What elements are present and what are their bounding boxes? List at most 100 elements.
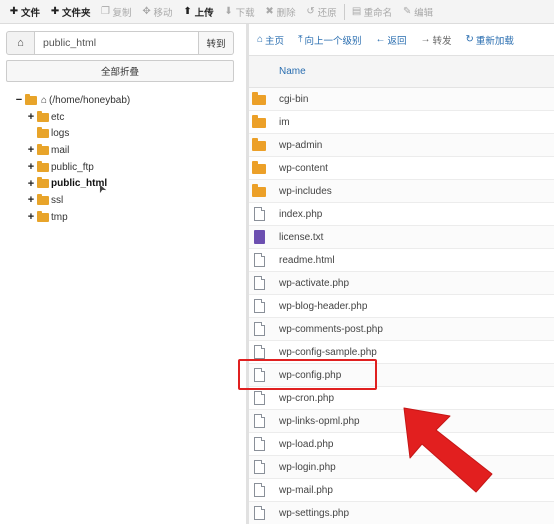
file-name: license.txt [279, 231, 324, 243]
tree-item-public-html[interactable]: + public_html ➤ [26, 175, 130, 195]
toolbar-button-label: 下载 [235, 7, 255, 19]
code-file-icon-shape [253, 483, 265, 497]
expand-icon[interactable]: + [26, 195, 36, 206]
navigation-bar: ⌂ 主页 ⤒ 向上一个级别 ← 返回 → 转发 ↻ 重新加载 [249, 24, 554, 56]
file-list-header: Name [249, 56, 554, 88]
file-name: wp-content [279, 162, 328, 174]
file-row[interactable]: wp-activate.php [249, 272, 554, 295]
nav-label: 返回 [387, 35, 407, 47]
back-icon: ← [375, 34, 386, 45]
file-row[interactable]: wp-mail.php [249, 479, 554, 502]
toolbar-plus-button[interactable]: ✚ 文件 [4, 0, 45, 23]
toolbar-edit-button[interactable]: ✎ 编辑 [397, 0, 438, 23]
tree-item-tmp[interactable]: + tmp [26, 209, 130, 226]
toolbar-button-label: 文件夹 [62, 7, 91, 19]
toolbar-plus-button[interactable]: ✚ 文件夹 [45, 0, 96, 23]
tree-item-label: etc [51, 111, 65, 123]
copy-icon: ❐ [101, 6, 111, 17]
file-row[interactable]: wp-login.php [249, 456, 554, 479]
tree-item-root[interactable]: − ⌂ (/home/honeybab) [14, 92, 130, 109]
nav-back-button[interactable]: ← 返回 [376, 33, 407, 47]
file-row[interactable]: im [249, 111, 554, 134]
toolbar-copy-button[interactable]: ❐ 复制 [96, 0, 137, 23]
tree-item-etc[interactable]: + etc [26, 109, 130, 126]
folder-icon [37, 160, 49, 172]
file-name: readme.html [279, 254, 335, 266]
file-name: cgi-bin [279, 93, 309, 105]
folder-icon [252, 92, 266, 106]
code-file-icon [252, 391, 266, 405]
nav-label: 重新加载 [475, 35, 514, 47]
expand-icon[interactable]: + [26, 178, 36, 189]
folder-icon-shape [252, 115, 266, 128]
home-directory-button[interactable]: ⌂ [6, 31, 35, 55]
toolbar-restore-button[interactable]: ↺ 还原 [301, 0, 342, 23]
file-row[interactable]: wp-links-opml.php [249, 410, 554, 433]
expand-icon[interactable]: + [26, 112, 36, 123]
file-row[interactable]: wp-config.php [249, 364, 554, 387]
file-name: wp-links-opml.php [279, 415, 360, 427]
code-file-icon [252, 437, 266, 451]
code-file-icon [252, 299, 266, 313]
file-name: wp-comments-post.php [279, 323, 383, 335]
nav-reload-button[interactable]: ↻ 重新加载 [466, 33, 514, 47]
tree-item-label: logs [51, 128, 70, 140]
left-panel: ⌂ 转到 全部折叠 − ⌂ (/home/honeybab) + etc logs +… [0, 24, 246, 524]
go-button[interactable]: 转到 [199, 31, 234, 55]
text-file-icon-shape [253, 230, 265, 244]
toolbar-upload-button[interactable]: ⬆ 上传 [178, 0, 219, 23]
forward-icon: → [420, 34, 431, 45]
file-row[interactable]: cgi-bin [249, 88, 554, 111]
code-file-icon [252, 506, 266, 520]
file-row[interactable]: wp-includes [249, 180, 554, 203]
file-row[interactable]: wp-config-sample.php [249, 341, 554, 364]
toolbar-button-label: 还原 [317, 7, 337, 19]
expand-icon[interactable]: + [26, 145, 36, 156]
code-file-icon-shape [253, 299, 265, 313]
file-row[interactable]: wp-settings.php [249, 502, 554, 524]
file-row[interactable]: license.txt [249, 226, 554, 249]
file-row[interactable]: wp-comments-post.php [249, 318, 554, 341]
file-row[interactable]: wp-cron.php [249, 387, 554, 410]
tree-item-label: public_ftp [51, 161, 94, 173]
tree-item-label: mail [51, 144, 70, 156]
collapse-all-button[interactable]: 全部折叠 [6, 60, 234, 82]
file-name: wp-settings.php [279, 507, 350, 519]
nav-home-button[interactable]: ⌂ 主页 [257, 33, 284, 47]
tree-item-ssl[interactable]: + ssl [26, 192, 130, 209]
code-file-icon [252, 483, 266, 497]
file-name: wp-login.php [279, 461, 336, 473]
file-row[interactable]: wp-content [249, 157, 554, 180]
nav-level-up-button[interactable]: ⤒ 向上一个级别 [298, 33, 361, 47]
folder-icon-shape [252, 92, 266, 105]
name-column-header[interactable]: Name [279, 66, 306, 77]
toolbar-move-button[interactable]: ✥ 移动 [137, 0, 178, 23]
file-row[interactable]: index.php [249, 203, 554, 226]
tree-item-public-ftp[interactable]: + public_ftp [26, 159, 130, 176]
collapse-icon[interactable]: − [14, 95, 24, 106]
edit-icon: ✎ [402, 6, 412, 17]
file-row[interactable]: wp-load.php [249, 433, 554, 456]
toolbar-rename-button[interactable]: ▤ 重命名 [347, 0, 398, 23]
tree-item-logs[interactable]: logs [36, 125, 130, 142]
file-row[interactable]: wp-blog-header.php [249, 295, 554, 318]
file-row[interactable]: readme.html [249, 249, 554, 272]
folder-icon [25, 93, 37, 105]
expand-icon[interactable]: + [26, 212, 36, 223]
code-file-icon-shape [253, 253, 265, 267]
folder-icon [252, 115, 266, 129]
expand-icon[interactable]: + [26, 162, 36, 173]
toolbar-delete-button[interactable]: ✖ 删除 [260, 0, 301, 23]
toolbar-button-label: 重命名 [363, 7, 393, 19]
code-file-icon-shape [253, 460, 265, 474]
file-row[interactable]: wp-admin [249, 134, 554, 157]
path-input[interactable] [35, 31, 199, 55]
restore-icon: ↺ [306, 6, 315, 17]
tree-item-mail[interactable]: + mail [26, 142, 130, 159]
folder-icon [37, 143, 49, 155]
toolbar-button-label: 移动 [153, 7, 173, 19]
file-name: wp-activate.php [279, 277, 350, 289]
toolbar-download-button[interactable]: ⬇ 下载 [219, 0, 260, 23]
file-name: wp-config.php [279, 369, 342, 381]
nav-forward-button[interactable]: → 转发 [421, 33, 452, 47]
